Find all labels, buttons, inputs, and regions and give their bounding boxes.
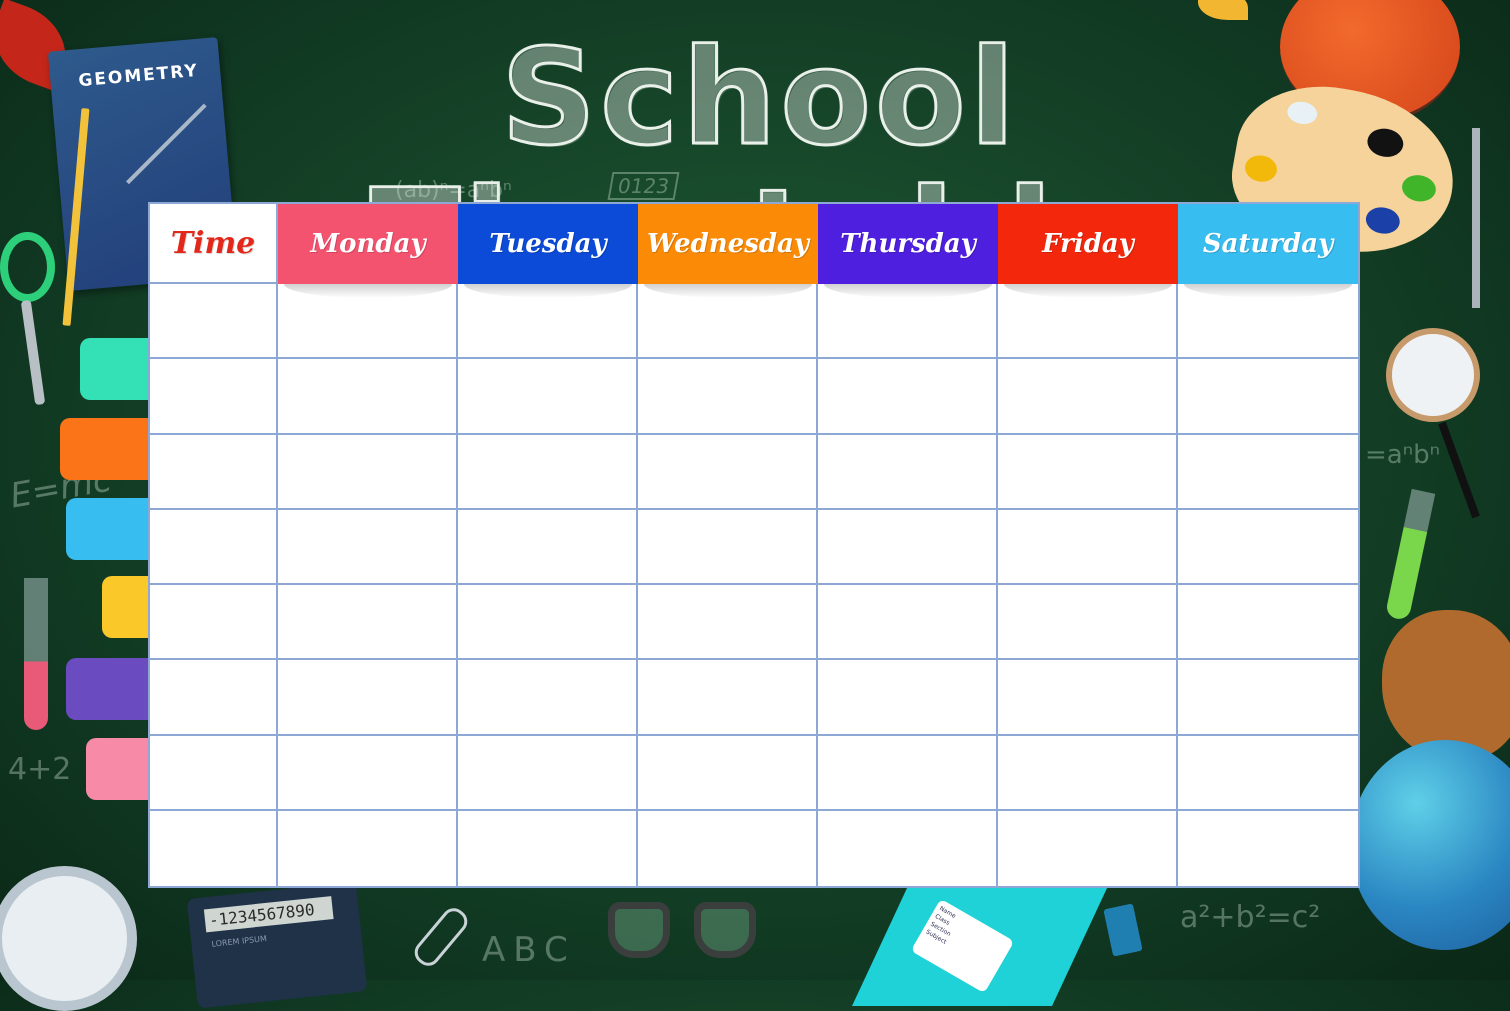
cell-monday-row-8[interactable] [278, 810, 458, 886]
cell-saturday-row-4[interactable] [1178, 509, 1358, 585]
cell-thursday-row-6[interactable] [818, 660, 998, 736]
cell-friday-row-4[interactable] [998, 509, 1178, 585]
cell-friday-row-3[interactable] [998, 434, 1178, 510]
cell-saturday-row-5[interactable] [1178, 585, 1358, 661]
cell-monday-row-7[interactable] [278, 735, 458, 811]
notebook: Name Class Section Subject [852, 886, 1108, 1006]
cell-saturday-row-2[interactable] [1178, 359, 1358, 435]
cell-wednesday-row-4[interactable] [638, 509, 818, 585]
cell-friday-row-8[interactable] [998, 810, 1178, 886]
cell-saturday-row-6[interactable] [1178, 660, 1358, 736]
globe-icon [1350, 740, 1510, 950]
cell-thursday-row-4[interactable] [818, 509, 998, 585]
cell-wednesday-row-8[interactable] [638, 810, 818, 886]
header-tuesday: Tuesday [458, 204, 638, 298]
alarm-clock-icon [0, 866, 137, 1011]
compass-right-icon [1472, 128, 1480, 308]
cell-time-row-6[interactable] [150, 660, 278, 736]
calculator-display: -1234567890 [203, 896, 334, 933]
leaf-yellow-icon [1198, 0, 1248, 20]
calculator: -1234567890 LOREM IPSUM [186, 881, 368, 1009]
header-monday: Monday [278, 204, 458, 298]
cell-monday-row-6[interactable] [278, 660, 458, 736]
cell-tuesday-row-7[interactable] [458, 735, 638, 811]
cell-monday-row-5[interactable] [278, 585, 458, 661]
header-thursday: Thursday [818, 204, 998, 298]
side-tab-5 [66, 658, 150, 720]
side-tab-1 [80, 338, 150, 400]
book-title: GEOMETRY [77, 60, 200, 92]
magnifier-handle [1438, 421, 1480, 519]
cell-tuesday-row-3[interactable] [458, 434, 638, 510]
cell-thursday-row-8[interactable] [818, 810, 998, 886]
chalk-letters-abc: ABC [482, 930, 576, 970]
chalk-formula-anbn: =aⁿbⁿ [1365, 440, 1440, 470]
cell-monday-row-2[interactable] [278, 359, 458, 435]
cell-friday-row-2[interactable] [998, 359, 1178, 435]
cell-saturday-row-3[interactable] [1178, 434, 1358, 510]
cell-wednesday-row-6[interactable] [638, 660, 818, 736]
sharpener-icon [1103, 903, 1143, 957]
header-saturday: Saturday [1178, 204, 1358, 298]
cell-wednesday-row-2[interactable] [638, 359, 818, 435]
side-tab-6 [86, 738, 150, 800]
side-tab-4 [102, 576, 150, 638]
cell-thursday-row-2[interactable] [818, 359, 998, 435]
header-wednesday: Wednesday [638, 204, 818, 298]
cell-time-row-1[interactable] [150, 284, 278, 360]
cell-time-row-7[interactable] [150, 735, 278, 811]
cell-friday-row-6[interactable] [998, 660, 1178, 736]
cell-tuesday-row-2[interactable] [458, 359, 638, 435]
timetable-grid: Time Monday Tuesday Wednesday Thursday F… [148, 202, 1360, 888]
cell-friday-row-5[interactable] [998, 585, 1178, 661]
cell-tuesday-row-6[interactable] [458, 660, 638, 736]
cell-thursday-row-3[interactable] [818, 434, 998, 510]
cell-monday-row-3[interactable] [278, 434, 458, 510]
header-friday: Friday [998, 204, 1178, 298]
cell-thursday-row-7[interactable] [818, 735, 998, 811]
cell-time-row-3[interactable] [150, 434, 278, 510]
side-tab-2 [60, 418, 150, 480]
cell-wednesday-row-5[interactable] [638, 585, 818, 661]
cell-friday-row-7[interactable] [998, 735, 1178, 811]
cell-monday-row-4[interactable] [278, 509, 458, 585]
cell-tuesday-row-5[interactable] [458, 585, 638, 661]
header-time: Time [150, 204, 278, 284]
chalk-formula-42: 4+2 [8, 752, 72, 787]
test-tube-pink-icon [24, 578, 48, 730]
baseball-glove-icon [1382, 610, 1510, 760]
cell-tuesday-row-8[interactable] [458, 810, 638, 886]
cell-thursday-row-5[interactable] [818, 585, 998, 661]
cell-saturday-row-8[interactable] [1178, 810, 1358, 886]
cell-time-row-4[interactable] [150, 509, 278, 585]
notebook-label: Name Class Section Subject [910, 898, 1015, 994]
compass-icon [126, 103, 207, 185]
magnifier-icon [1386, 328, 1480, 422]
cell-time-row-2[interactable] [150, 359, 278, 435]
test-tube-green-icon [1384, 488, 1436, 622]
scissors-icon [0, 232, 55, 302]
scissors-blade [20, 299, 46, 406]
cell-time-row-5[interactable] [150, 585, 278, 661]
glasses-icon [608, 902, 758, 962]
cell-wednesday-row-3[interactable] [638, 434, 818, 510]
cell-tuesday-row-4[interactable] [458, 509, 638, 585]
chalk-formula-pythagoras: a²+b²=c² [1180, 900, 1321, 935]
side-tab-3 [66, 498, 150, 560]
paperclip-icon [409, 903, 473, 971]
cell-wednesday-row-7[interactable] [638, 735, 818, 811]
cell-saturday-row-7[interactable] [1178, 735, 1358, 811]
cell-time-row-8[interactable] [150, 810, 278, 886]
